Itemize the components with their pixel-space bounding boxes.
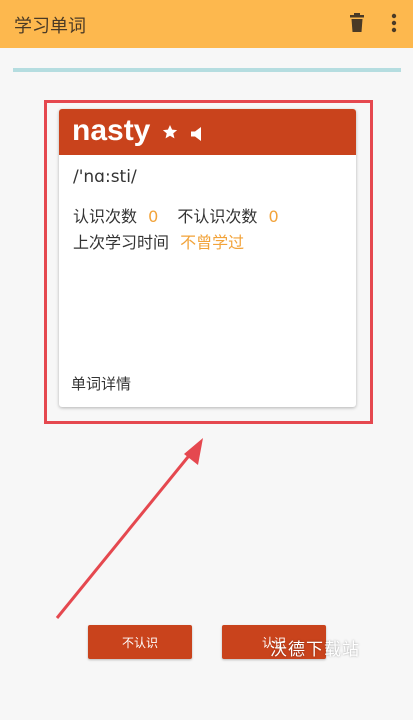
annotation-arrow bbox=[55, 438, 203, 619]
watermark: 沃德下载站 bbox=[270, 640, 360, 660]
unknown-button[interactable]: 不认识 bbox=[88, 625, 192, 659]
